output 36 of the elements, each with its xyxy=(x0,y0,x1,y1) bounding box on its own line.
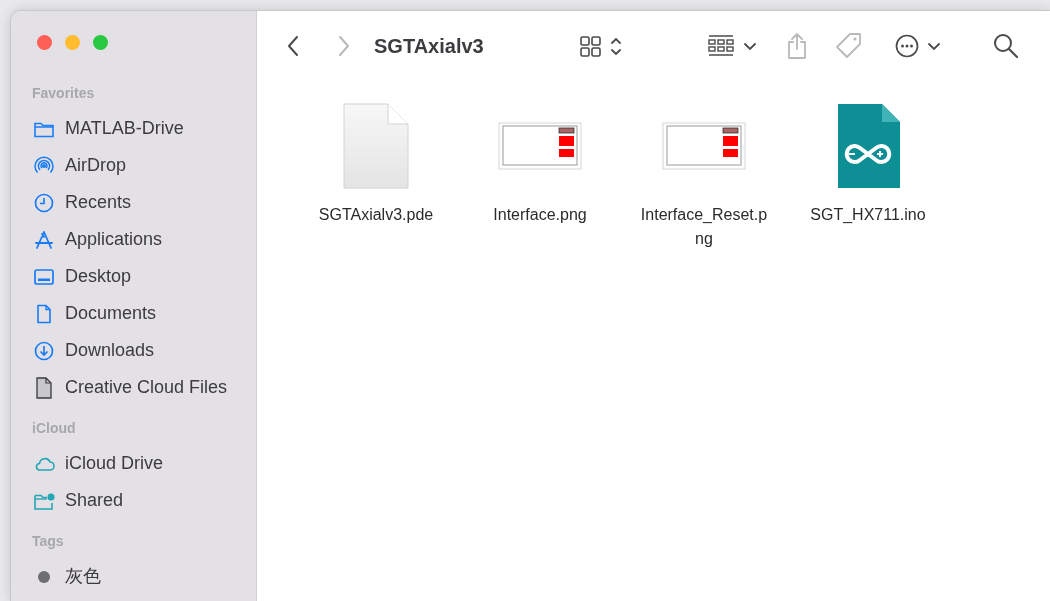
more-icon xyxy=(895,33,941,59)
clock-icon xyxy=(33,191,55,214)
close-window-button[interactable] xyxy=(37,35,52,50)
minimize-window-button[interactable] xyxy=(65,35,80,50)
document-file-icon xyxy=(343,103,409,189)
section-header: Favorites xyxy=(31,84,96,103)
file-name[interactable]: SGTAxialv3.pde xyxy=(318,203,434,227)
section-header: Tags xyxy=(31,532,65,551)
group-button[interactable] xyxy=(707,33,757,59)
tag-icon xyxy=(835,32,863,60)
share-icon xyxy=(785,32,809,60)
sidebar-item[interactable]: Documents xyxy=(11,295,256,332)
arduino-file-icon xyxy=(836,104,900,188)
applications-icon xyxy=(33,228,55,251)
group-icon xyxy=(707,33,757,59)
sidebar-item[interactable]: Desktop xyxy=(11,258,256,295)
sidebar-item[interactable]: Downloads xyxy=(11,332,256,369)
sidebar-item[interactable]: 灰色 xyxy=(11,558,256,595)
file-name[interactable]: Interface_Reset.png xyxy=(640,203,768,251)
file-icon xyxy=(33,376,55,399)
download-icon xyxy=(33,339,55,362)
file-name[interactable]: SGT_HX711.ino xyxy=(810,203,926,227)
zoom-window-button[interactable] xyxy=(93,35,108,50)
search-button[interactable] xyxy=(993,33,1019,59)
folder-title: SGTAxialv3 xyxy=(374,34,485,59)
sidebar-item[interactable]: Creative Cloud Files xyxy=(11,369,256,406)
file-name[interactable]: Interface.png xyxy=(493,203,587,227)
sidebar-item[interactable]: Recents xyxy=(11,184,256,221)
sidebar-item[interactable]: Applications xyxy=(11,221,256,258)
sidebar-item[interactable]: iCloud Drive xyxy=(11,445,256,482)
sidebar-item[interactable]: Shared xyxy=(11,482,256,519)
sidebar-item[interactable]: MATLAB-Drive xyxy=(11,110,256,147)
more-button[interactable] xyxy=(895,33,941,59)
section-header: iCloud xyxy=(31,419,77,438)
sidebar-item[interactable]: AirDrop xyxy=(11,147,256,184)
search-icon xyxy=(993,33,1019,59)
